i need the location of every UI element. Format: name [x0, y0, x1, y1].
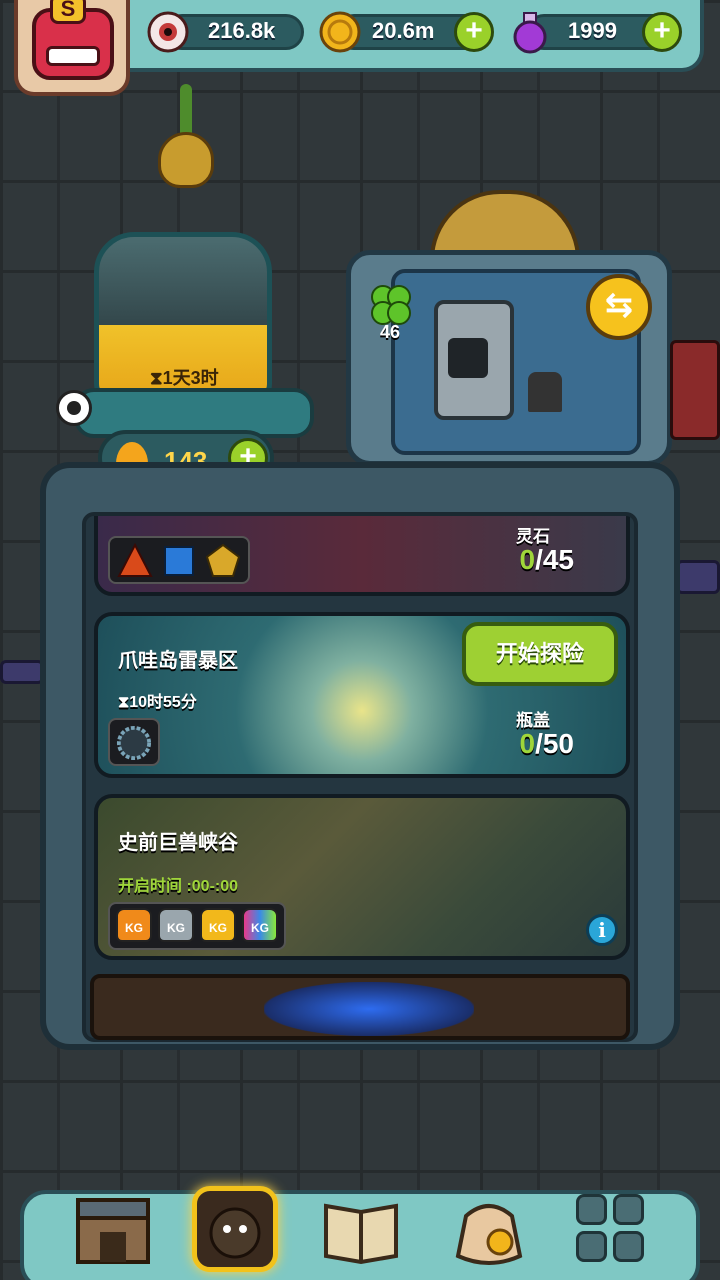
add-potions-button[interactable]: +: [642, 12, 682, 52]
side-pipe-right: [676, 560, 720, 594]
card2-progress: 0/50: [519, 728, 574, 759]
clover-count: 46: [380, 322, 401, 342]
bag-icon[interactable]: [446, 1186, 532, 1272]
card1-progress: 0/45: [519, 544, 574, 575]
expedition-card-3[interactable]: 史前巨兽峡谷 开启时间 :00-:00 KG KG KG KG: [94, 794, 630, 960]
bottle-cap-icon: [116, 725, 152, 761]
coin-icon: [319, 11, 361, 53]
potion-icon: [513, 12, 547, 54]
card2-title: 爪哇岛雷暴区: [118, 650, 238, 672]
add-coins-button[interactable]: +: [454, 12, 494, 52]
eyeball-decoration: [56, 390, 92, 426]
card3-rewards: KG KG KG KG: [108, 902, 286, 950]
card2-rewards: [108, 718, 160, 766]
knight-figure: [528, 372, 562, 412]
card3-open-time: 开启时间 :00-:00: [118, 878, 239, 895]
side-pipe-red: [670, 340, 720, 440]
grid-menu-icon[interactable]: [576, 1194, 644, 1262]
start-expedition-button[interactable]: 开始探险: [462, 622, 618, 686]
kg-weight-silver-icon: KG: [158, 908, 194, 942]
eyeball-icon: [147, 11, 189, 53]
coin-count: 20.6m: [372, 18, 435, 43]
gold-gem-icon: [205, 543, 241, 577]
blue-gem-icon: [164, 546, 194, 576]
dripper: [158, 132, 214, 188]
eyeball-resource: 216.8k: [146, 10, 306, 54]
side-pipe-left: [0, 660, 44, 684]
swap-icon[interactable]: ⇆: [586, 274, 652, 340]
jar-timer: ⧗1天3时: [150, 368, 219, 388]
monster-tab[interactable]: [192, 1186, 278, 1272]
resource-bar: 216.8k 20.6m + 1999 +: [100, 0, 704, 72]
expedition-card-1[interactable]: 灵石 0/45: [94, 516, 630, 596]
robot-face: [448, 338, 488, 378]
kg-weight-orange-icon: KG: [116, 908, 152, 942]
book-icon[interactable]: [318, 1186, 404, 1272]
info-icon[interactable]: i: [586, 914, 618, 946]
glowing-pit: [90, 974, 630, 1040]
expedition-list[interactable]: 灵石 0/45 爪哇岛雷暴区 ⧗10时55分 瓶盖 0/50 史前巨兽峡谷 开启…: [82, 512, 638, 1042]
player-avatar[interactable]: S: [14, 0, 130, 96]
eyeball-count: 216.8k: [208, 18, 276, 43]
monster-icon: [209, 1207, 261, 1259]
kg-weight-gold-icon: KG: [200, 908, 236, 942]
card1-rewards: [108, 536, 250, 584]
red-gem-icon: [117, 542, 153, 577]
kg-weight-rainbow-icon: KG: [242, 908, 278, 942]
rank-badge: S: [50, 0, 86, 24]
card3-title: 史前巨兽峡谷: [118, 832, 238, 854]
potion-count: 1999: [568, 18, 617, 43]
coin-resource: 20.6m: [318, 10, 528, 54]
shop-icon[interactable]: [70, 1186, 156, 1272]
card2-timer: ⧗10时55分: [118, 694, 197, 711]
